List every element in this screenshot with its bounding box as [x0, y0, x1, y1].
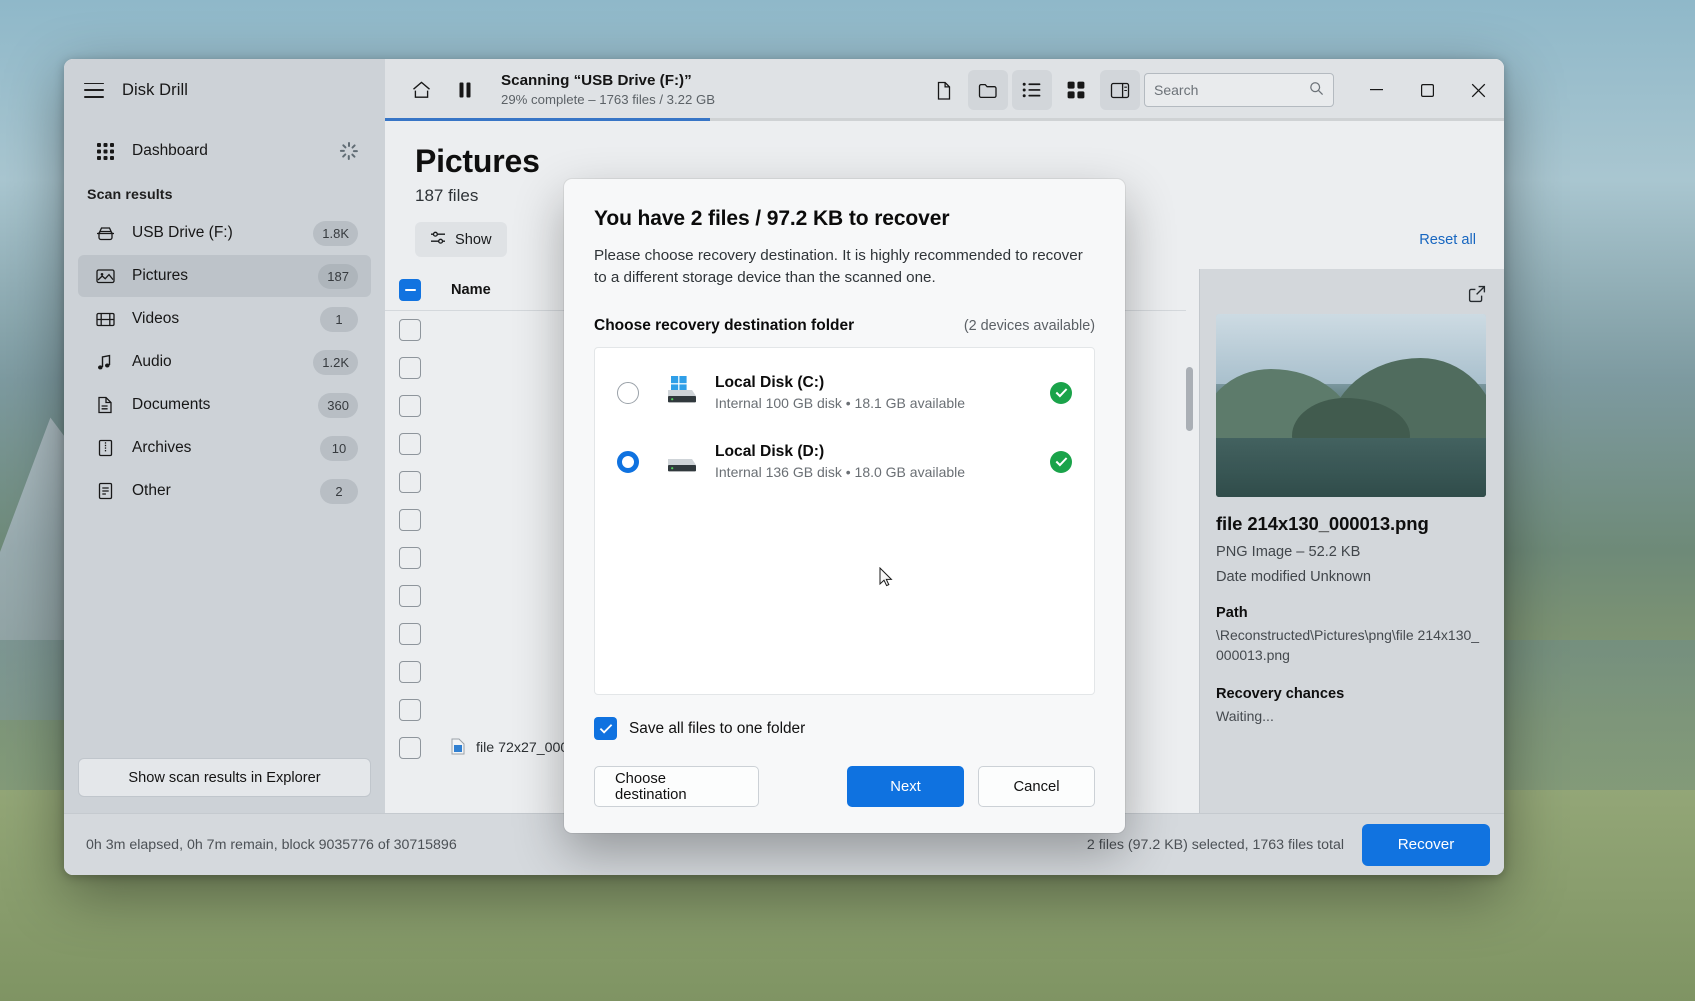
- recovery-destination-dialog: You have 2 files / 97.2 KB to recover Pl…: [564, 179, 1125, 833]
- mouse-cursor: [879, 567, 893, 587]
- device-radio[interactable]: [617, 382, 639, 404]
- dialog-title: You have 2 files / 97.2 KB to recover: [594, 207, 1095, 231]
- dialog-section-label: Choose recovery destination folder: [594, 317, 854, 335]
- device-row-local-disk-d[interactable]: Local Disk (D:) Internal 136 GB disk • 1…: [595, 427, 1094, 496]
- next-button[interactable]: Next: [847, 766, 964, 807]
- save-all-files-checkbox-row[interactable]: Save all files to one folder: [594, 717, 1095, 740]
- destination-device-list: Local Disk (C:) Internal 100 GB disk • 1…: [594, 347, 1095, 695]
- device-text: Local Disk (C:) Internal 100 GB disk • 1…: [715, 374, 965, 411]
- dialog-devices-count: (2 devices available): [964, 318, 1095, 334]
- choose-destination-button[interactable]: Choose destination: [594, 766, 759, 807]
- device-meta: Internal 136 GB disk • 18.0 GB available: [715, 464, 965, 480]
- disk-icon: [659, 443, 701, 480]
- device-name: Local Disk (D:): [715, 443, 965, 461]
- dialog-description: Please choose recovery destination. It i…: [594, 245, 1095, 289]
- device-meta: Internal 100 GB disk • 18.1 GB available: [715, 395, 965, 411]
- windows-disk-icon: [659, 374, 701, 411]
- cancel-button[interactable]: Cancel: [978, 766, 1095, 807]
- dialog-actions: Choose destination Next Cancel: [594, 766, 1095, 807]
- check-circle-icon: [1050, 382, 1072, 404]
- device-radio[interactable]: [617, 451, 639, 473]
- check-circle-icon: [1050, 451, 1072, 473]
- device-row-local-disk-c[interactable]: Local Disk (C:) Internal 100 GB disk • 1…: [595, 358, 1094, 427]
- save-all-files-label: Save all files to one folder: [629, 720, 805, 738]
- device-name: Local Disk (C:): [715, 374, 965, 392]
- dialog-section: Choose recovery destination folder (2 de…: [594, 317, 1095, 335]
- device-text: Local Disk (D:) Internal 136 GB disk • 1…: [715, 443, 965, 480]
- save-all-files-checkbox[interactable]: [594, 717, 617, 740]
- disk-drill-window: Disk Drill Dashboard: [64, 59, 1504, 875]
